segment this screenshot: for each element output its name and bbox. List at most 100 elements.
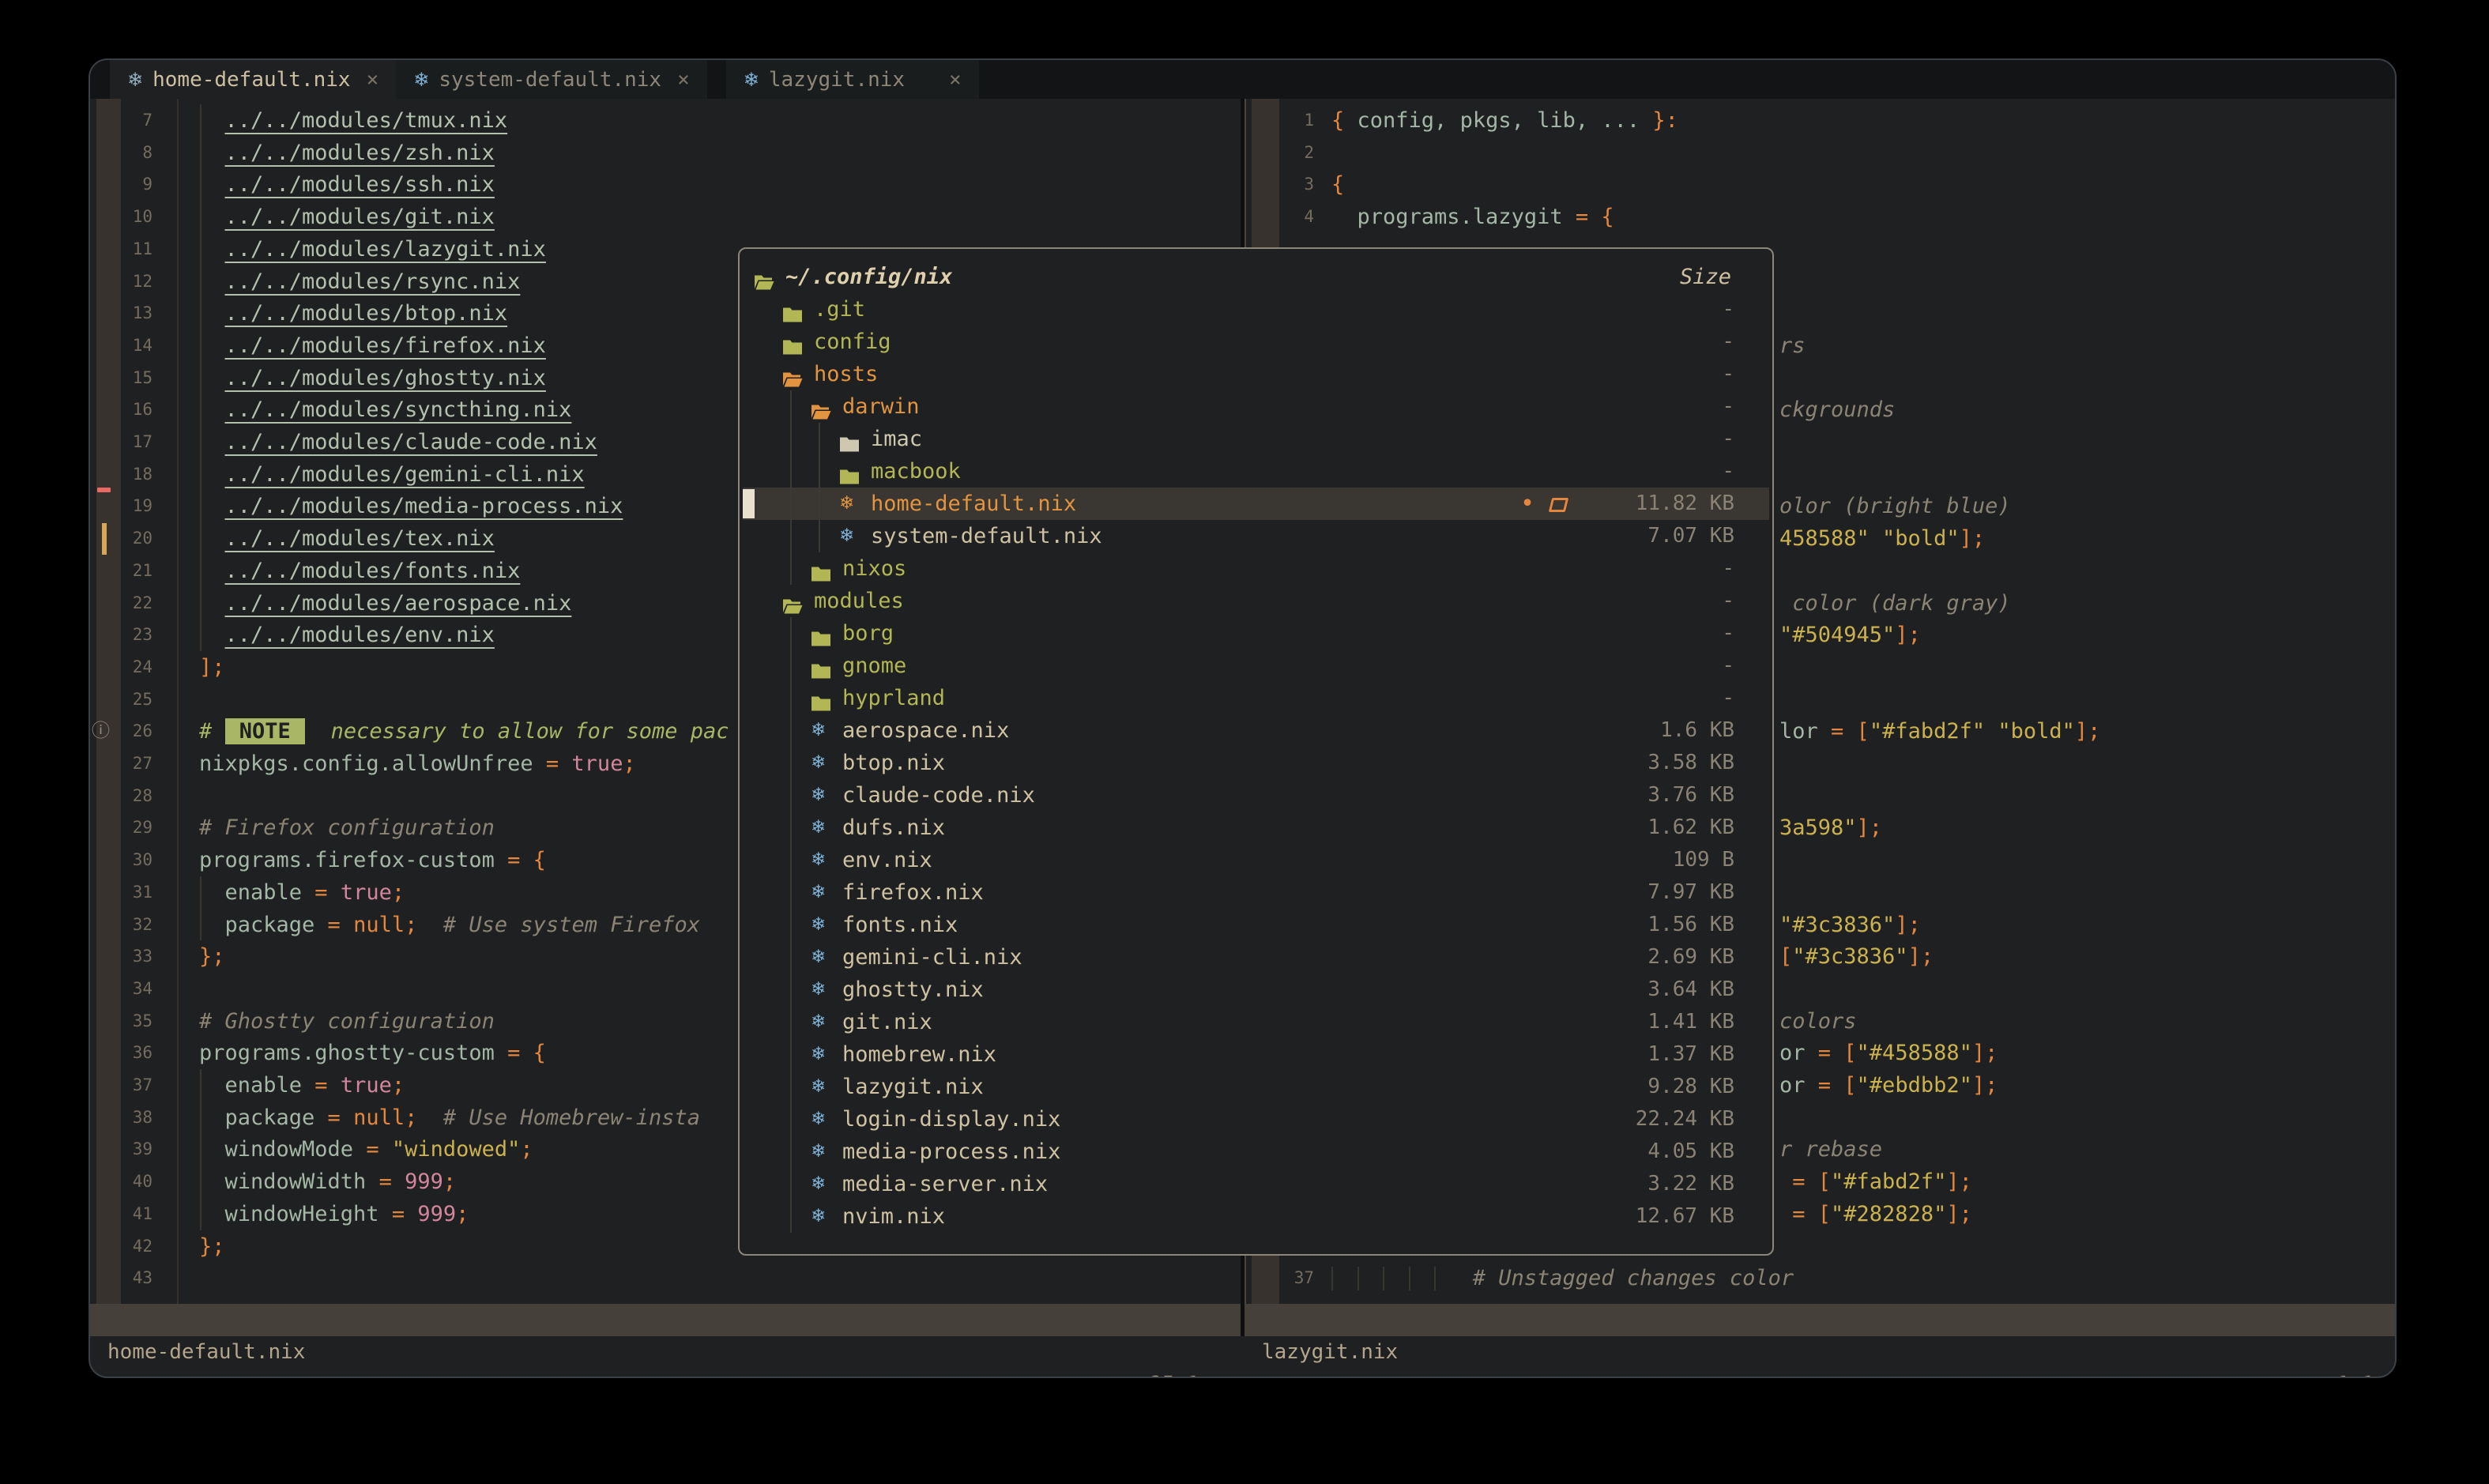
nix-file-icon: ❄ — [811, 1168, 826, 1200]
code-token: programs.ghostty-custom — [199, 1041, 495, 1065]
tree-item-size: - — [1529, 358, 1734, 390]
code-fragment: or = ["#458588"]; — [1779, 1037, 1998, 1069]
code-token: ../../modules/ghostty.nix — [225, 366, 546, 390]
code-token: # Unstagged changes color — [1473, 1266, 1794, 1290]
tab-lazygit.nix[interactable]: ❄lazygit.nix× — [726, 60, 979, 99]
code-token: ; — [443, 1169, 456, 1194]
code-text: ../../modules/git.nix — [199, 201, 495, 233]
tree-item-hosts[interactable]: hosts- — [743, 358, 1769, 390]
code-token: = — [302, 880, 341, 905]
code-token: package — [225, 913, 315, 937]
tree-item-nvim.nix[interactable]: ❄nvim.nix12.67 KB — [743, 1200, 1769, 1233]
tab-system-default.nix[interactable]: ❄system-default.nix× — [396, 60, 707, 99]
tree-item-nixos[interactable]: nixos- — [743, 552, 1769, 585]
code-line-1[interactable]: 1{ config, pkgs, lib, ... }: — [1246, 104, 2395, 137]
tab-close-icon[interactable]: × — [949, 68, 962, 92]
tree-item-hyprland[interactable]: hyprland- — [743, 682, 1769, 714]
code-token: config, pkgs, lib, ... — [1344, 108, 1640, 133]
nix-file-icon: ❄ — [811, 1136, 826, 1168]
tree-item-size: - — [1529, 423, 1734, 455]
line-number: 15 — [105, 362, 153, 394]
tree-item-name: macbook — [871, 455, 961, 488]
line-number: 29 — [105, 812, 153, 844]
tree-item-dufs.nix[interactable]: ❄dufs.nix1.62 KB — [743, 812, 1769, 844]
tree-item-homebrew.nix[interactable]: ❄homebrew.nix1.37 KB — [743, 1038, 1769, 1071]
line-number: 43 — [105, 1262, 153, 1294]
tree-item-config[interactable]: config- — [743, 326, 1769, 358]
tree-item-git.nix[interactable]: ❄git.nix1.41 KB — [743, 1006, 1769, 1038]
tree-item-modules[interactable]: modules- — [743, 585, 1769, 617]
code-line-2[interactable]: 2 — [1246, 137, 2395, 169]
code-token: ; — [520, 1137, 533, 1162]
tree-item-name: config — [814, 326, 891, 358]
neovim-terminal-window: ❄home-default.nix×❄system-default.nix× ❄l… — [88, 58, 2397, 1378]
code-token: 999 — [417, 1202, 456, 1226]
line-number: 22 — [105, 587, 153, 620]
code-token: ]; — [199, 655, 225, 680]
code-token: ]; — [1908, 944, 1934, 969]
nix-file-icon: ❄ — [839, 520, 854, 552]
tree-item-media-server.nix[interactable]: ❄media-server.nix3.22 KB — [743, 1168, 1769, 1200]
tree-item-ghostty.nix[interactable]: ❄ghostty.nix3.64 KB — [743, 974, 1769, 1006]
line-number: 35 — [105, 1005, 153, 1038]
code-token: ../../modules/env.nix — [225, 623, 495, 647]
line-number: 38 — [105, 1102, 153, 1134]
tree-item-fonts.nix[interactable]: ❄fonts.nix1.56 KB — [743, 909, 1769, 941]
code-token: ../../modules/gemini-cli.nix — [225, 462, 585, 487]
size-column-header: Size — [1680, 261, 1731, 293]
line-number: 8 — [105, 137, 153, 169]
code-line-43[interactable]: 43 — [90, 1262, 1241, 1294]
code-line-9[interactable]: 9../../modules/ssh.nix — [90, 168, 1241, 201]
tree-item-darwin[interactable]: darwin- — [743, 390, 1769, 423]
tree-item-macbook[interactable]: macbook- — [743, 455, 1769, 488]
code-line-7[interactable]: 7../../modules/tmux.nix — [90, 104, 1241, 137]
code-token: "windowed" — [392, 1137, 521, 1162]
code-line-8[interactable]: 8 ../../modules/zsh.nix — [90, 137, 1241, 169]
code-token: colors — [1779, 1009, 1857, 1034]
tree-item-firefox.nix[interactable]: ❄firefox.nix7.97 KB — [743, 876, 1769, 909]
code-line-3[interactable]: 3{ — [1246, 168, 2395, 201]
tree-indent-guide — [790, 390, 792, 585]
tree-item-login-display.nix[interactable]: ❄login-display.nix22.24 KB — [743, 1103, 1769, 1136]
code-token: [ — [1779, 944, 1792, 969]
tree-item-name: env.nix — [842, 844, 932, 876]
code-token: ../../modules/zsh.nix — [225, 141, 495, 165]
code-token: # Use Homebrew-insta — [417, 1105, 700, 1130]
tree-item-gemini-cli.nix[interactable]: ❄gemini-cli.nix2.69 KB — [743, 941, 1769, 974]
code-token: "#282828" — [1831, 1202, 1946, 1226]
tree-item-size: 7.07 KB — [1529, 520, 1734, 552]
command-line[interactable]: :Neotree toggle reveal 8,1 Top — [90, 1336, 2395, 1378]
tree-item-aerospace.nix[interactable]: ❄aerospace.nix1.6 KB — [743, 714, 1769, 747]
code-line-10[interactable]: 10../../modules/git.nix — [90, 201, 1241, 233]
tree-item-env.nix[interactable]: ❄env.nix109 B — [743, 844, 1769, 876]
tab-close-icon[interactable]: × — [367, 68, 379, 92]
code-line-37[interactable]: 37# Unstagged changes color — [1246, 1262, 2395, 1294]
tree-item-gnome[interactable]: gnome- — [743, 650, 1769, 682]
tab-home-default.nix[interactable]: ❄home-default.nix× — [110, 60, 396, 99]
indent-guide — [200, 104, 201, 651]
tree-item-home-default.nix[interactable]: ❄home-default.nix•11.82 KB — [743, 488, 1769, 520]
nix-file-icon: ❄ — [839, 488, 854, 520]
code-token: ../../modules/firefox.nix — [225, 333, 546, 358]
tree-item-lazygit.nix[interactable]: ❄lazygit.nix9.28 KB — [743, 1071, 1769, 1103]
code-text: # NOTE necessary to allow for some pac — [199, 715, 729, 748]
code-fragment: rs — [1779, 330, 1806, 362]
code-line-4[interactable]: 4programs.lazygit = { — [1246, 201, 2395, 233]
tree-item-borg[interactable]: borg- — [743, 617, 1769, 650]
tree-item-.git[interactable]: .git- — [743, 293, 1769, 326]
tree-item-media-process.nix[interactable]: ❄media-process.nix4.05 KB — [743, 1136, 1769, 1168]
nix-file-icon: ❄ — [811, 1103, 826, 1136]
tab-close-icon[interactable]: × — [677, 68, 690, 92]
tree-item-btop.nix[interactable]: ❄btop.nix3.58 KB — [743, 747, 1769, 779]
code-token: ]; — [1946, 1202, 1972, 1226]
tree-item-system-default.nix[interactable]: ❄system-default.nix7.07 KB — [743, 520, 1769, 552]
line-number: 19 — [105, 490, 153, 522]
tree-item-name: .git — [814, 293, 865, 326]
code-fragment: r rebase — [1779, 1133, 1882, 1166]
tree-item-claude-code.nix[interactable]: ❄claude-code.nix3.76 KB — [743, 779, 1769, 812]
line-number: 39 — [105, 1133, 153, 1166]
tree-item-size: 1.6 KB — [1529, 714, 1734, 747]
line-number: 13 — [105, 297, 153, 330]
tree-item-imac[interactable]: imac- — [743, 423, 1769, 455]
code-token: # Use system Firefox — [417, 913, 700, 937]
